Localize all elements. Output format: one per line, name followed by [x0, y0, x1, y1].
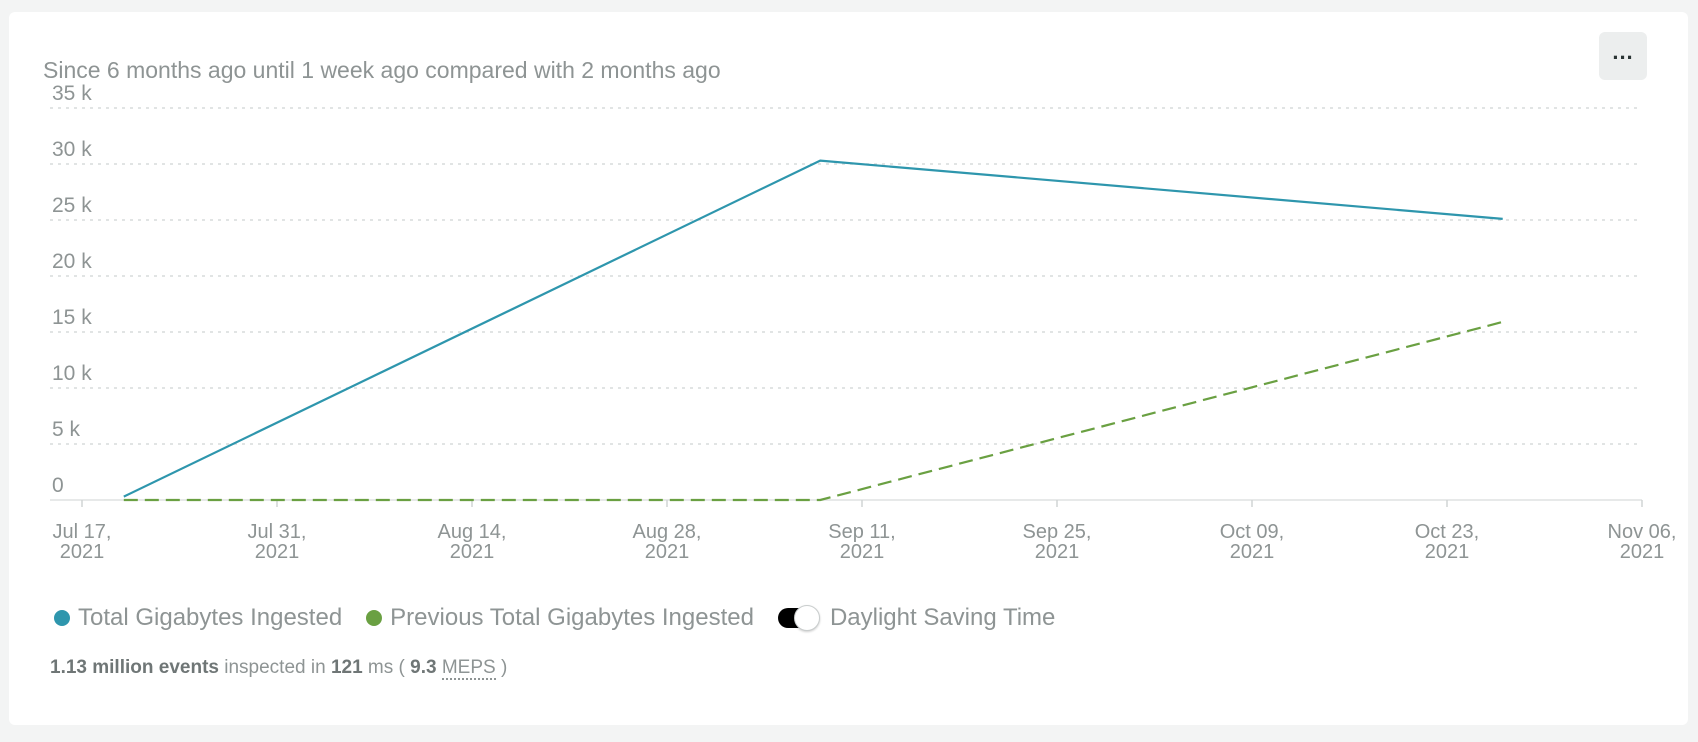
x-tick-label: 2021: [450, 541, 495, 563]
x-tick-label: 2021: [1425, 541, 1470, 563]
x-axis: Jul 17,2021Jul 31,2021Aug 14,2021Aug 28,…: [50, 499, 1677, 563]
meps-value: 9.3: [410, 657, 437, 678]
y-tick-label: 0: [52, 474, 64, 497]
stats-close: ): [500, 657, 508, 678]
x-tick-label: 2021: [645, 541, 690, 563]
y-tick-label: 20 k: [52, 250, 92, 273]
x-tick-label: Oct 23,: [1415, 521, 1479, 543]
meps-label[interactable]: MEPS: [441, 657, 496, 680]
x-tick-label: 2021: [60, 541, 105, 563]
legend-item-previous[interactable]: Previous Total Gigabytes Ingested: [366, 604, 754, 632]
y-axis: 0 5 k 10 k 15 k 20 k 25 k 30 k 35 k: [52, 82, 92, 497]
legend-item-total[interactable]: Total Gigabytes Ingested: [54, 604, 342, 632]
chart-legend: Total Gigabytes Ingested Previous Total …: [54, 604, 1079, 632]
toggle-label: Daylight Saving Time: [829, 604, 1056, 631]
y-tick-label: 15 k: [52, 306, 92, 329]
legend-label: Previous Total Gigabytes Ingested: [390, 604, 754, 631]
x-tick-label: 2021: [840, 541, 885, 563]
x-tick-label: Aug 14,: [438, 521, 507, 543]
y-tick-label: 10 k: [52, 362, 92, 385]
x-tick-label: 2021: [255, 541, 300, 563]
line-chart: 05 k10 k15 k20 k25 k30 k35 k Jul 17,2021…: [50, 82, 1677, 563]
x-tick-label: 2021: [1035, 541, 1080, 563]
daylight-saving-toggle[interactable]: [777, 605, 820, 631]
legend-label: Total Gigabytes Ingested: [78, 604, 343, 631]
grid-lines: [50, 107, 1642, 445]
toggle-knob: [793, 605, 820, 631]
x-tick-label: Aug 28,: [633, 521, 702, 543]
daylight-saving-toggle-item[interactable]: Daylight Saving Time: [777, 604, 1056, 632]
x-tick-label: Jul 17,: [53, 521, 112, 543]
query-stats: 1.13 million events inspected in 121 ms …: [50, 657, 508, 680]
y-tick-label: 5 k: [52, 418, 81, 441]
series-line-total-gigabytes-ingested: [123, 159, 1503, 498]
x-tick-label: Jul 31,: [248, 521, 307, 543]
x-tick-label: Oct 09,: [1220, 521, 1284, 543]
series-line-previous-total-gigabytes-ingested: [123, 320, 1503, 502]
series-color-dot: [54, 610, 70, 626]
x-tick-label: Sep 25,: [1023, 521, 1092, 543]
x-tick-label: 2021: [1620, 541, 1665, 563]
duration-unit: ms (: [367, 657, 405, 678]
chart-series: [123, 159, 1503, 502]
y-tick-label: 30 k: [52, 138, 92, 161]
series-color-dot: [366, 610, 383, 626]
x-tick-label: 2021: [1230, 541, 1275, 563]
events-count: 1.13 million events: [50, 657, 219, 678]
inspected-text: inspected in: [224, 657, 326, 678]
x-tick-label: Sep 11,: [828, 521, 895, 543]
x-tick-label: Nov 06,: [1608, 521, 1677, 543]
y-tick-label: 25 k: [52, 194, 92, 217]
y-tick-label: 35 k: [52, 82, 92, 105]
duration-value: 121: [330, 657, 363, 678]
